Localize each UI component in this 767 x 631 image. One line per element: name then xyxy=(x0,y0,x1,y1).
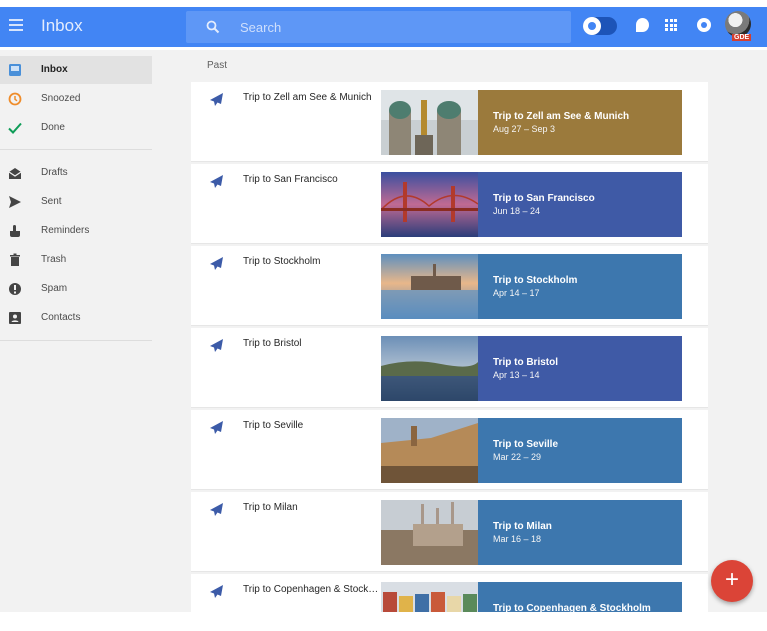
trip-card[interactable]: Trip to Zell am See & Munich Trip to Zel… xyxy=(191,82,708,162)
panel-title: Trip to Seville xyxy=(493,439,559,450)
send-icon xyxy=(9,196,21,208)
avatar-badge: GDE xyxy=(732,34,752,41)
trip-card[interactable]: Trip to Milan Trip to Milan Mar 16 – 18 xyxy=(191,492,708,572)
panel-title: Trip to San Francisco xyxy=(493,193,595,204)
trip-card[interactable]: Trip to San Francisco Trip to San Franci… xyxy=(191,164,708,244)
trip-card[interactable]: Trip to Seville Trip to Seville Mar 22 –… xyxy=(191,410,708,490)
trip-card[interactable]: Trip to Stockholm Trip to Stockholm Apr … xyxy=(191,246,708,326)
search-input[interactable]: Search xyxy=(186,11,571,43)
sidebar-item-drafts[interactable]: Drafts xyxy=(0,159,152,187)
plane-icon xyxy=(210,503,223,516)
menu-icon[interactable] xyxy=(9,19,23,31)
sidebar-item-trash[interactable]: Trash xyxy=(0,246,152,274)
apps-grid-icon[interactable] xyxy=(665,19,677,31)
sidebar-item-label: Sent xyxy=(41,196,62,207)
trip-title: Trip to Stockholm xyxy=(243,256,321,267)
sidebar-item-label: Inbox xyxy=(41,64,68,75)
trip-summary-panel: Trip to Copenhagen & Stockholm xyxy=(478,582,682,614)
app-bar: Inbox Search GDE xyxy=(0,0,767,50)
plane-icon xyxy=(210,93,223,106)
sidebar-item-label: Drafts xyxy=(41,167,68,178)
inbox-icon xyxy=(9,64,21,76)
sidebar-item-contacts[interactable]: Contacts xyxy=(0,304,152,332)
sidebar-item-done[interactable]: Done xyxy=(0,114,152,142)
sidebar-item-label: Snoozed xyxy=(41,93,81,104)
compose-fab-button[interactable]: + xyxy=(711,560,753,602)
trip-title: Trip to Copenhagen & Stockh... xyxy=(243,584,379,595)
panel-dates: Apr 14 – 17 xyxy=(493,288,540,298)
reminder-icon xyxy=(10,225,20,237)
trip-photo xyxy=(381,254,478,319)
notifications-icon[interactable] xyxy=(697,18,711,32)
panel-title: Trip to Milan xyxy=(493,521,552,532)
page-bottom-strip xyxy=(0,612,767,631)
section-title: Past xyxy=(207,60,228,71)
trip-summary-panel: Trip to Bristol Apr 13 – 14 xyxy=(478,336,682,401)
panel-dates: Mar 22 – 29 xyxy=(493,452,542,462)
sidebar-item-label: Contacts xyxy=(41,312,81,323)
panel-dates: Apr 13 – 14 xyxy=(493,370,540,380)
sidebar-item-label: Reminders xyxy=(41,225,90,236)
drafts-icon xyxy=(8,168,22,179)
trip-title: Trip to Bristol xyxy=(243,338,302,349)
trip-photo xyxy=(381,418,478,483)
panel-dates: Aug 27 – Sep 3 xyxy=(493,124,556,134)
trip-photo xyxy=(381,336,478,401)
sidebar-item-label: Done xyxy=(41,122,65,133)
pin-knob xyxy=(583,17,601,35)
plane-icon xyxy=(210,585,223,598)
sidebar-divider xyxy=(0,149,152,150)
panel-title: Trip to Zell am See & Munich xyxy=(493,111,630,122)
trip-title: Trip to Seville xyxy=(243,420,304,431)
search-placeholder: Search xyxy=(240,20,282,35)
trip-card[interactable]: Trip to Copenhagen & Stockh... Trip to C… xyxy=(191,574,708,614)
sidebar-divider xyxy=(0,340,152,341)
pin-toggle[interactable] xyxy=(583,17,617,35)
sidebar: Inbox Snoozed Done Drafts Sent Reminders… xyxy=(0,50,162,631)
panel-dates: Jun 18 – 24 xyxy=(493,206,541,216)
trip-card[interactable]: Trip to Bristol Trip to Bristol Apr 13 –… xyxy=(191,328,708,408)
trip-summary-panel: Trip to Seville Mar 22 – 29 xyxy=(478,418,682,483)
search-icon xyxy=(206,20,220,34)
sidebar-item-label: Trash xyxy=(41,254,67,265)
sidebar-item-snoozed[interactable]: Snoozed xyxy=(0,85,152,113)
trip-title: Trip to Zell am See & Munich xyxy=(243,92,372,103)
fab-plus-label: + xyxy=(724,566,739,593)
check-icon xyxy=(8,122,22,134)
trip-photo xyxy=(381,500,478,565)
plane-icon xyxy=(210,421,223,434)
trip-summary-panel: Trip to Milan Mar 16 – 18 xyxy=(478,500,682,565)
contacts-icon xyxy=(9,312,21,324)
spam-icon xyxy=(9,283,21,295)
trash-icon xyxy=(10,253,20,266)
trip-summary-panel: Trip to San Francisco Jun 18 – 24 xyxy=(478,172,682,237)
sidebar-item-label: Spam xyxy=(41,283,68,294)
sidebar-item-reminders[interactable]: Reminders xyxy=(0,217,152,245)
plane-icon xyxy=(210,175,223,188)
trip-summary-panel: Trip to Zell am See & Munich Aug 27 – Se… xyxy=(478,90,682,155)
sidebar-item-spam[interactable]: Spam xyxy=(0,275,152,303)
clock-icon xyxy=(8,92,22,106)
trip-title: Trip to Milan xyxy=(243,502,298,513)
trip-photo xyxy=(381,582,478,614)
app-bar-inner: Inbox Search GDE xyxy=(0,7,767,47)
plane-icon xyxy=(210,339,223,352)
trip-photo xyxy=(381,172,478,237)
sidebar-item-sent[interactable]: Sent xyxy=(0,188,152,216)
sidebar-item-inbox[interactable]: Inbox xyxy=(0,56,152,84)
app-title: Inbox xyxy=(41,16,83,35)
hangouts-icon[interactable] xyxy=(636,18,649,32)
panel-title: Trip to Stockholm xyxy=(493,275,578,286)
panel-title: Trip to Bristol xyxy=(493,357,558,368)
plane-icon xyxy=(210,257,223,270)
panel-dates: Mar 16 – 18 xyxy=(493,534,542,544)
trip-summary-panel: Trip to Stockholm Apr 14 – 17 xyxy=(478,254,682,319)
trip-photo xyxy=(381,90,478,155)
trip-title: Trip to San Francisco xyxy=(243,174,338,185)
